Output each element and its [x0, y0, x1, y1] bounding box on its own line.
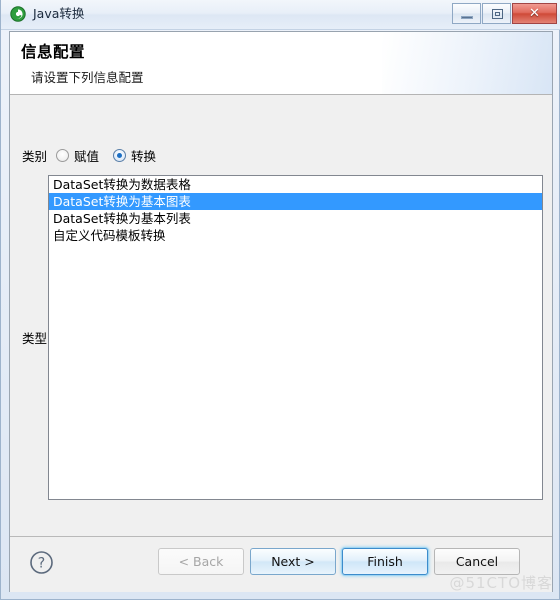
title-bar-left: Java转换 [10, 6, 84, 22]
dialog-window: Java转换 ✕ 信息配置 请设置下列信息配置 类别 赋值 转换 类型 Data… [0, 0, 560, 600]
type-listbox[interactable]: DataSet转换为数据表格 DataSet转换为基本图表 DataSet转换为… [48, 175, 543, 500]
wizard-button-row: < Back Next > Finish Cancel [158, 548, 520, 575]
window-controls: ✕ [452, 3, 557, 24]
list-item[interactable]: DataSet转换为数据表格 [49, 176, 542, 193]
list-item[interactable]: DataSet转换为基本列表 [49, 210, 542, 227]
back-button[interactable]: < Back [158, 548, 244, 575]
dialog-panel: 信息配置 请设置下列信息配置 类别 赋值 转换 类型 DataSet转换为数据表… [9, 31, 553, 592]
radio-option-convert[interactable]: 转换 [113, 146, 156, 165]
finish-button[interactable]: Finish [342, 548, 428, 575]
minimize-icon [461, 16, 473, 19]
page-subtitle: 请设置下列信息配置 [31, 70, 144, 85]
dialog-footer: ? < Back Next > Finish Cancel [10, 536, 552, 592]
type-label: 类型 [22, 331, 48, 346]
radio-label-assign: 赋值 [74, 149, 100, 164]
maximize-button[interactable] [482, 3, 511, 24]
radio-label-convert: 转换 [131, 149, 157, 164]
category-label: 类别 [22, 149, 48, 164]
close-icon: ✕ [529, 6, 540, 21]
cancel-button[interactable]: Cancel [434, 548, 520, 575]
list-item[interactable]: DataSet转换为基本图表 [49, 193, 542, 210]
radio-icon-assign [56, 149, 69, 162]
page-title: 信息配置 [21, 43, 86, 61]
question-mark-circle-icon[interactable]: ? [29, 550, 54, 575]
radio-option-assign[interactable]: 赋值 [56, 146, 99, 165]
eclipse-green-circle-icon [10, 6, 26, 22]
svg-text:?: ? [38, 556, 45, 572]
list-item[interactable]: 自定义代码模板转换 [49, 227, 542, 244]
close-button[interactable]: ✕ [512, 3, 557, 24]
radio-icon-convert [113, 149, 127, 162]
title-bar: Java转换 ✕ [1, 0, 560, 30]
minimize-button[interactable] [452, 3, 481, 24]
category-row: 类别 赋值 转换 [10, 146, 170, 165]
dialog-header: 信息配置 请设置下列信息配置 [10, 32, 552, 95]
next-button[interactable]: Next > [250, 548, 336, 575]
maximize-icon [492, 9, 503, 19]
window-title: Java转换 [33, 6, 85, 21]
dialog-content: 类别 赋值 转换 类型 DataSet转换为数据表格 DataSet转换为基本图… [10, 95, 552, 536]
